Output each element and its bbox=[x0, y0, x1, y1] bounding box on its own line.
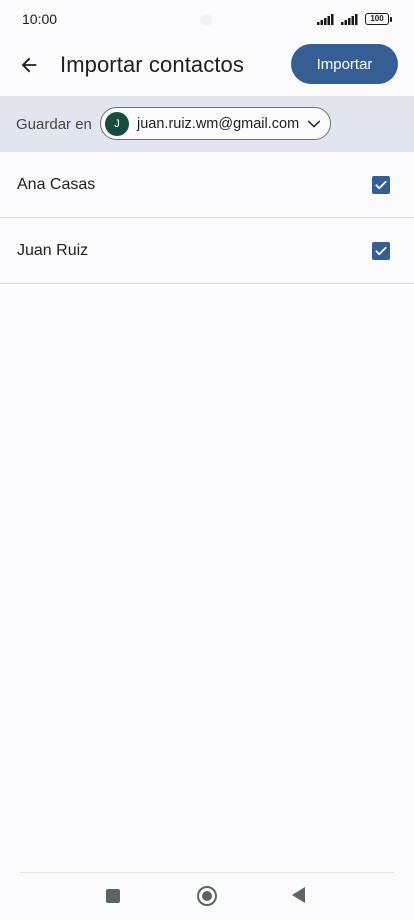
account-selector[interactable]: J juan.ruiz.wm@gmail.com bbox=[100, 107, 331, 140]
nav-back-button[interactable] bbox=[292, 887, 305, 903]
contact-row[interactable]: Ana Casas bbox=[0, 152, 414, 218]
nav-divider bbox=[20, 872, 394, 873]
contact-name: Ana Casas bbox=[17, 175, 96, 193]
chevron-down-icon bbox=[307, 120, 321, 128]
contact-list: Ana Casas Juan Ruiz bbox=[0, 152, 414, 284]
recents-button[interactable] bbox=[106, 889, 120, 903]
contact-name: Juan Ruiz bbox=[17, 241, 89, 259]
navigation-bar bbox=[0, 874, 414, 920]
status-time: 10:00 bbox=[22, 11, 58, 27]
status-icons: 100 bbox=[317, 13, 392, 25]
signal-icon-2 bbox=[341, 13, 358, 25]
camera-cutout bbox=[200, 14, 212, 26]
save-in-bar: Guardar en J juan.ruiz.wm@gmail.com bbox=[0, 96, 414, 152]
avatar: J bbox=[105, 111, 129, 136]
back-button[interactable] bbox=[12, 48, 46, 82]
battery-icon: 100 bbox=[365, 13, 392, 25]
contact-checkbox[interactable] bbox=[372, 241, 390, 260]
account-email: juan.ruiz.wm@gmail.com bbox=[137, 115, 300, 132]
contact-checkbox[interactable] bbox=[372, 175, 390, 194]
import-button[interactable]: Importar bbox=[291, 44, 398, 84]
save-in-label: Guardar en bbox=[16, 115, 92, 133]
arrow-left-icon bbox=[21, 57, 37, 73]
page-title: Importar contactos bbox=[60, 52, 244, 77]
home-button[interactable] bbox=[197, 886, 217, 906]
battery-level: 100 bbox=[365, 13, 389, 25]
check-icon bbox=[375, 246, 387, 255]
app-bar: Importar contactos Importar bbox=[0, 40, 414, 90]
check-icon bbox=[375, 180, 387, 189]
signal-icon bbox=[317, 13, 334, 25]
circle-icon bbox=[202, 891, 212, 901]
contact-row[interactable]: Juan Ruiz bbox=[0, 218, 414, 284]
